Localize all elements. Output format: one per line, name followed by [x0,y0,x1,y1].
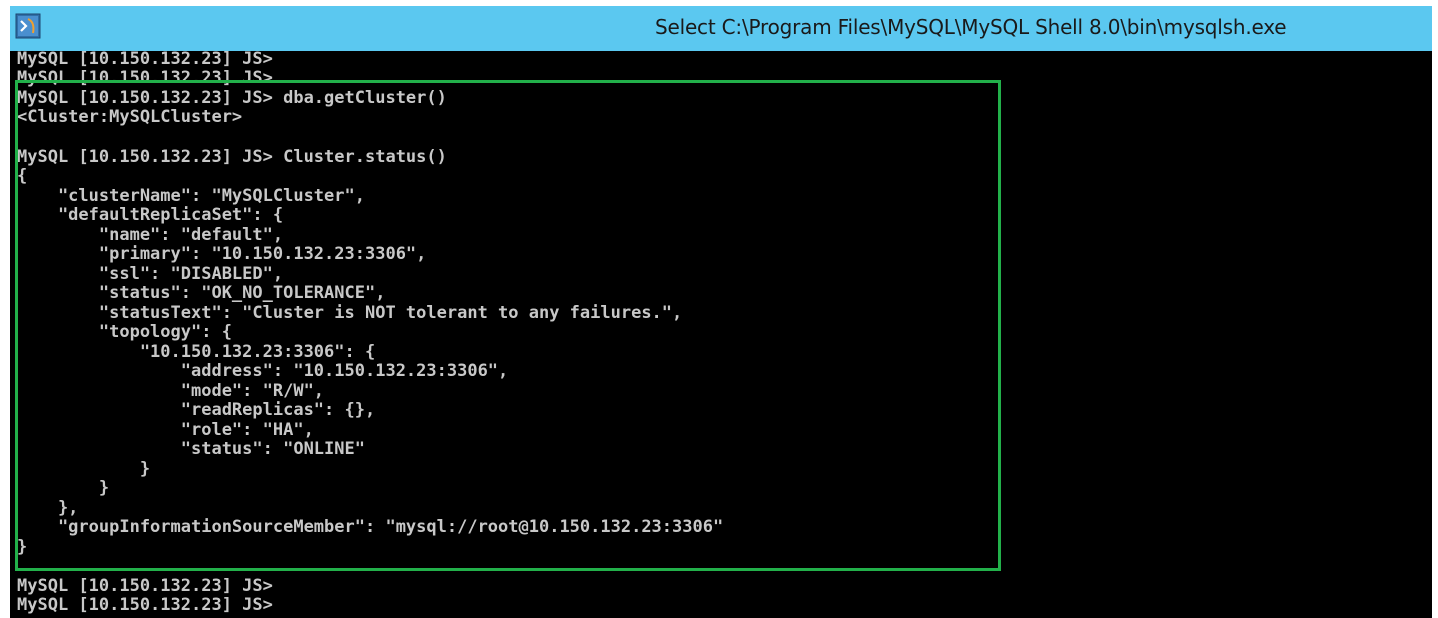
window-title: Select C:\Program Files\MySQL\MySQL Shel… [655,15,1287,39]
highlight-box [15,80,1001,571]
console-line: MySQL [10.150.132.23] JS> [17,576,273,596]
title-bar[interactable]: Select C:\Program Files\MySQL\MySQL Shel… [10,6,1432,51]
console-line: MySQL [10.150.132.23] JS> [17,49,273,69]
console-line: MySQL [10.150.132.23] JS> [17,595,273,615]
mysql-shell-window: Select C:\Program Files\MySQL\MySQL Shel… [10,6,1432,618]
mysql-shell-app-icon[interactable] [15,13,41,39]
